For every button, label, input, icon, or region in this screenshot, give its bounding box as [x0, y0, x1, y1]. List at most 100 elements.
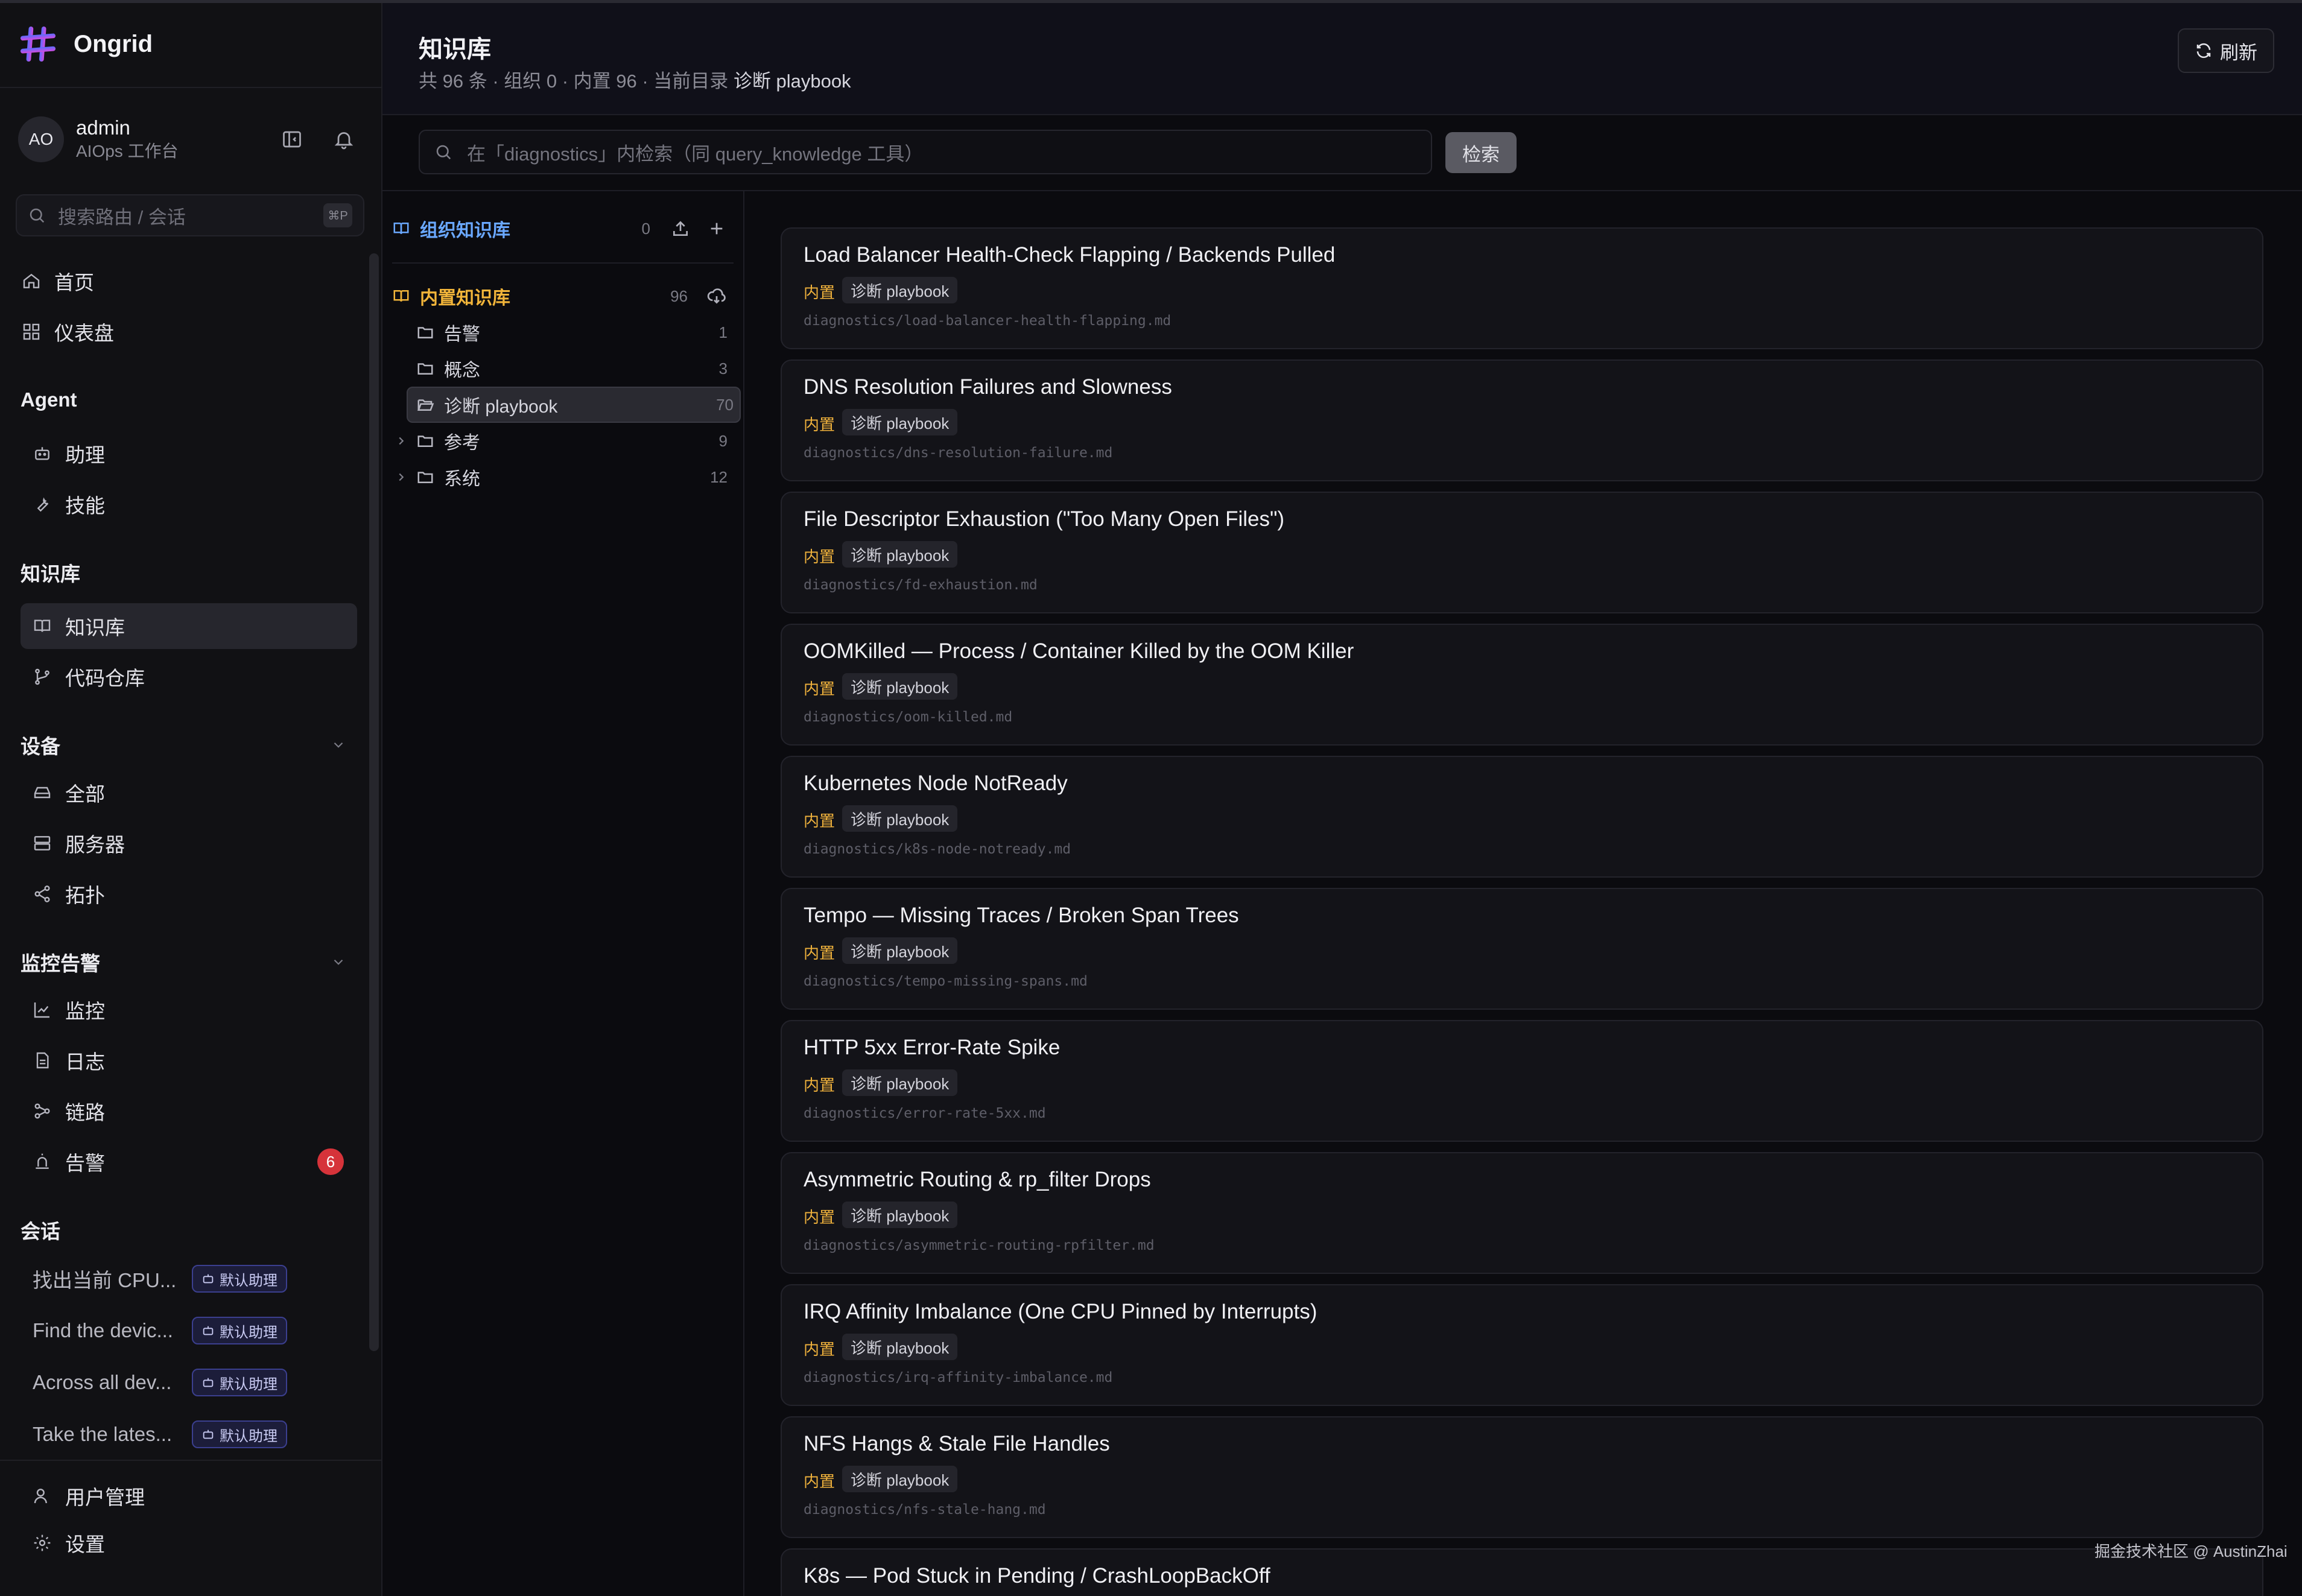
dashboard-icon: [21, 321, 42, 343]
session-item[interactable]: Across all dev... 默认助理: [33, 1364, 358, 1401]
nav-user-management[interactable]: 用户管理: [21, 1473, 357, 1519]
nav-all-label: 全部: [65, 783, 105, 805]
document-card[interactable]: Asymmetric Routing & rp_filter Drops 内置 …: [781, 1152, 2263, 1274]
document-card[interactable]: File Descriptor Exhaustion ("Too Many Op…: [781, 492, 2263, 613]
app-window: Ongrid AO admin AIOps 工作台 搜索路由 / 会话 ⌘P 首…: [0, 0, 2302, 1596]
document-path: diagnostics/asymmetric-routing-rpfilter.…: [804, 1238, 1155, 1253]
nav-dashboard-label: 仪表盘: [54, 322, 114, 344]
nav-alerts-label: 告警: [65, 1152, 105, 1174]
tree-folder-system[interactable]: 系统 12: [392, 459, 734, 495]
nav-topology[interactable]: 拓扑: [21, 871, 357, 917]
tree-org-root[interactable]: 组织知识库 0: [392, 211, 734, 247]
collapse-sidebar-icon[interactable]: [275, 122, 309, 156]
document-card[interactable]: K8s — Pod Stuck in Pending / CrashLoopBa…: [781, 1548, 2263, 1596]
document-path: diagnostics/tempo-missing-spans.md: [804, 974, 1088, 989]
document-path: diagnostics/irq-affinity-imbalance.md: [804, 1370, 1113, 1385]
document-title: File Descriptor Exhaustion ("Too Many Op…: [804, 507, 1285, 531]
user-panel: AO admin AIOps 工作台: [18, 113, 368, 165]
nav-skills-label: 技能: [65, 495, 105, 517]
session-item[interactable]: 找出当前 CPU... 默认助理: [33, 1261, 358, 1297]
section-devices[interactable]: 设备: [21, 730, 346, 760]
tree-folder-alerts[interactable]: 告警 1: [416, 314, 734, 350]
document-title: Load Balancer Health-Check Flapping / Ba…: [804, 243, 1336, 267]
sidebar-scrollbar[interactable]: [369, 253, 379, 1351]
document-card[interactable]: DNS Resolution Failures and Slowness 内置 …: [781, 359, 2263, 481]
builtin-tag: 内置: [804, 1340, 836, 1358]
workflow-icon: [31, 1100, 53, 1122]
document-card[interactable]: IRQ Affinity Imbalance (One CPU Pinned b…: [781, 1284, 2263, 1406]
nav-topology-label: 拓扑: [65, 884, 105, 907]
tree-folder-reference[interactable]: 参考 9: [392, 423, 734, 459]
avatar[interactable]: AO: [18, 116, 64, 162]
nav-traces-label: 链路: [65, 1101, 105, 1124]
nav-knowledge-base[interactable]: 知识库: [21, 603, 357, 649]
session-item[interactable]: Take the lates... 默认助理: [33, 1416, 358, 1452]
session-title: Across all dev...: [33, 1371, 172, 1393]
nav-alerts[interactable]: 告警: [21, 1139, 357, 1185]
current-directory: 诊断 playbook: [733, 71, 851, 92]
document-title: Asymmetric Routing & rp_filter Drops: [804, 1168, 1151, 1191]
tree-builtin-label: 内置知识库: [420, 288, 510, 308]
nav-servers[interactable]: 服务器: [21, 820, 357, 866]
document-path: diagnostics/k8s-node-notready.md: [804, 841, 1071, 857]
session-badge: 默认助理: [192, 1317, 287, 1344]
nav-logs[interactable]: 日志: [21, 1037, 357, 1083]
document-card[interactable]: OOMKilled — Process / Container Killed b…: [781, 624, 2263, 746]
tree-folder-diagnostics[interactable]: 诊断 playbook 70: [407, 387, 741, 423]
tree-org-count: 0: [641, 219, 650, 238]
nav-skills[interactable]: 技能: [21, 481, 357, 527]
session-badge-label: 默认助理: [220, 1324, 277, 1341]
document-title: NFS Hangs & Stale File Handles: [804, 1432, 1110, 1455]
section-kb-title: 知识库: [21, 563, 80, 585]
folder-icon: [417, 472, 433, 483]
nav-traces[interactable]: 链路: [21, 1088, 357, 1134]
upload-icon[interactable]: [671, 219, 690, 238]
document-card[interactable]: NFS Hangs & Stale File Handles 内置 诊断 pla…: [781, 1416, 2263, 1538]
section-sessions: 会话: [21, 1215, 346, 1245]
bot-icon: [203, 1274, 214, 1284]
page-subtitle: 共 96 条 · 组织 0 · 内置 96 · 当前目录 诊断 playbook: [419, 66, 851, 93]
document-title: K8s — Pod Stuck in Pending / CrashLoopBa…: [804, 1564, 1270, 1588]
brand[interactable]: Ongrid: [19, 23, 153, 65]
folder-icon: [417, 363, 433, 375]
book-icon: [393, 223, 409, 234]
chevron-right-icon[interactable]: [392, 432, 410, 450]
chevron-right-icon[interactable]: [392, 468, 410, 486]
refresh-button[interactable]: 刷新: [2178, 28, 2274, 73]
document-card[interactable]: Kubernetes Node NotReady 内置 诊断 playbook …: [781, 756, 2263, 878]
session-item[interactable]: Find the devic... 默认助理: [33, 1313, 358, 1349]
bot-icon: [203, 1326, 214, 1335]
global-search-input[interactable]: 搜索路由 / 会话 ⌘P: [16, 194, 364, 236]
nav-code-repo[interactable]: 代码仓库: [21, 654, 357, 700]
folder-icon: [417, 435, 433, 447]
section-monitoring[interactable]: 监控告警: [21, 947, 346, 977]
search-placeholder: 搜索路由 / 会话: [58, 206, 186, 228]
search-icon: [436, 145, 451, 160]
alerts-count-badge: 6: [317, 1148, 344, 1175]
document-card[interactable]: Tempo — Missing Traces / Broken Span Tre…: [781, 888, 2263, 1010]
kb-search-button[interactable]: 检索: [1445, 132, 1517, 173]
category-tag: 诊断 playbook: [842, 937, 958, 964]
plus-icon[interactable]: [707, 219, 726, 238]
nav-dashboard[interactable]: 仪表盘: [21, 309, 357, 355]
session-badge-label: 默认助理: [220, 1428, 277, 1445]
bell-icon[interactable]: [327, 122, 361, 156]
nav-devices-all[interactable]: 全部: [21, 770, 357, 815]
category-tag: 诊断 playbook: [842, 1202, 958, 1228]
nav-assistant[interactable]: 助理: [21, 431, 357, 477]
nav-repo-label: 代码仓库: [65, 667, 145, 689]
book-icon: [393, 290, 409, 302]
document-card[interactable]: HTTP 5xx Error-Rate Spike 内置 诊断 playbook…: [781, 1020, 2263, 1142]
nav-monitor[interactable]: 监控: [21, 987, 357, 1033]
kb-search-input[interactable]: 在「diagnostics」内检索（同 query_knowledge 工具）: [419, 130, 1432, 174]
tree-builtin-root[interactable]: 内置知识库 96: [392, 278, 734, 314]
document-path: diagnostics/oom-killed.md: [804, 709, 1013, 725]
tree-folder-concepts[interactable]: 概念 3: [416, 350, 734, 387]
document-card[interactable]: Load Balancer Health-Check Flapping / Ba…: [781, 227, 2263, 349]
section-kb: 知识库: [21, 557, 346, 587]
user-name: admin: [76, 116, 130, 139]
cloud-download-icon[interactable]: [707, 287, 726, 306]
nav-settings[interactable]: 设置: [21, 1520, 357, 1566]
nav-home-label: 首页: [54, 271, 94, 294]
nav-home[interactable]: 首页: [21, 258, 357, 304]
